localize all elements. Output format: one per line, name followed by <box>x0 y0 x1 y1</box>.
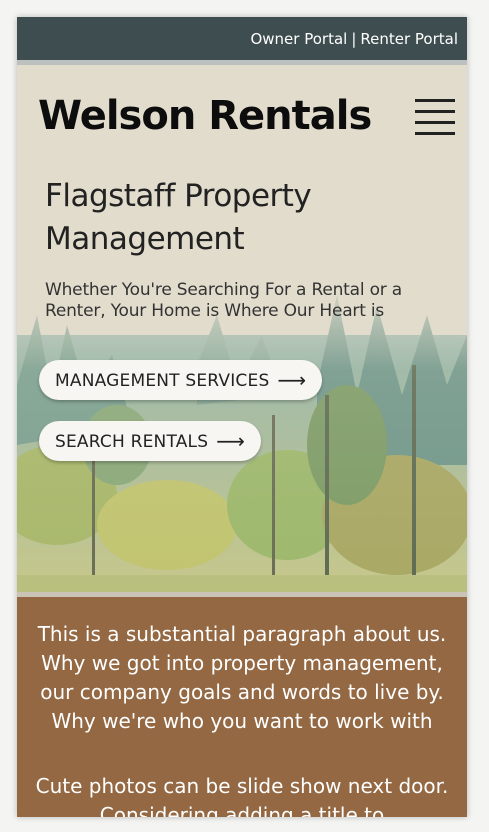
about-section: This is a substantial paragraph about us… <box>17 597 467 817</box>
hero-subtitle: Whether You're Searching For a Rental or… <box>45 280 402 321</box>
about-paragraph: This is a substantial paragraph about us… <box>37 622 447 733</box>
hamburger-menu-icon[interactable] <box>415 97 457 137</box>
about-paragraph-2: Cute photos can be slide show next door.… <box>35 774 449 817</box>
arrow-right-icon: ⟶ <box>216 429 246 453</box>
site-frame: Owner Portal | Renter Portal Welson Rent… <box>17 17 467 817</box>
top-bar: Owner Portal | Renter Portal <box>17 17 467 60</box>
owner-portal-link[interactable]: Owner Portal <box>250 30 347 48</box>
arrow-right-icon: ⟶ <box>277 368 307 392</box>
search-rentals-label: SEARCH RENTALS <box>55 432 209 452</box>
portal-links: Owner Portal | Renter Portal <box>250 30 458 48</box>
site-logo[interactable]: Welson Rentals <box>38 93 372 139</box>
search-rentals-button[interactable]: SEARCH RENTALS ⟶ <box>39 421 262 461</box>
forest-background-image <box>17 65 467 592</box>
renter-portal-link[interactable]: Renter Portal <box>360 30 458 48</box>
hero-title: Flagstaff Property Management <box>45 178 312 257</box>
hero-section: Welson Rentals Flagstaff Property Manage… <box>17 65 467 592</box>
management-services-label: MANAGEMENT SERVICES <box>55 371 270 391</box>
portal-separator: | <box>351 30 357 48</box>
management-services-button[interactable]: MANAGEMENT SERVICES ⟶ <box>39 360 323 400</box>
